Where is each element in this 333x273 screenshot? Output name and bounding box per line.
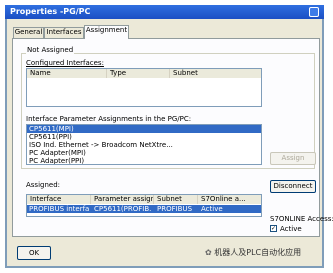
row-interface: PROFIBUS interface xyxy=(29,205,89,213)
watermark-text: 机器人及PLC自动化应用 xyxy=(214,248,302,257)
s7online-access-label: S7ONLINE Access: xyxy=(270,215,333,223)
configured-interfaces-list[interactable]: Name Type Subnet xyxy=(26,68,262,107)
column-header-type[interactable]: Type xyxy=(107,69,170,78)
active-checkbox[interactable]: ✓ xyxy=(270,225,277,232)
watermark: ✿ 机器人及PLC自动化应用 xyxy=(205,249,301,257)
list-item[interactable]: PC Adapter(PPI) xyxy=(27,157,261,164)
column-header-interface[interactable]: Interface xyxy=(27,195,91,204)
check-icon: ✓ xyxy=(271,225,277,232)
column-header-subnet[interactable]: Subnet xyxy=(154,195,198,204)
column-header-subnet[interactable]: Subnet xyxy=(170,69,261,78)
list-item[interactable]: CP5611(PPI) xyxy=(27,133,261,141)
tab-assignment[interactable]: Assignment xyxy=(84,25,129,39)
disconnect-button[interactable]: Disconnect xyxy=(270,180,316,193)
active-label: Active xyxy=(280,225,302,233)
column-header-s7online[interactable]: S7Online a... xyxy=(198,195,261,204)
column-header-param[interactable]: Parameter assign... xyxy=(91,195,154,204)
param-assign-list[interactable]: CP5611(MPI) CP5611(PPI) ISO Ind. Etherne… xyxy=(26,124,262,165)
list-item[interactable]: ISO Ind. Ethernet -> Broadcom NetXtre... xyxy=(27,141,261,149)
param-assign-label: Interface Parameter Assignments in the P… xyxy=(26,115,192,123)
row-param: CP5611(PROFIB... xyxy=(94,205,152,213)
list-item[interactable]: PC Adapter(MPI) xyxy=(27,149,261,157)
assign-button[interactable]: Assign xyxy=(270,152,316,165)
tab-general[interactable]: General xyxy=(13,27,44,38)
close-button[interactable] xyxy=(309,7,319,17)
row-status: Active xyxy=(201,205,223,213)
table-row[interactable]: PROFIBUS interface CP5611(PROFIB... PROF… xyxy=(27,205,261,213)
window-title: Properties -PG/PC xyxy=(10,7,91,16)
tab-interfaces[interactable]: Interfaces xyxy=(44,27,84,38)
list-item[interactable]: CP5611(MPI) xyxy=(27,125,261,133)
configured-interfaces-label: Configured Interfaces: xyxy=(26,59,104,67)
assigned-label: Assigned: xyxy=(26,181,61,189)
wechat-icon: ✿ xyxy=(205,248,212,257)
row-subnet: PROFIBUS xyxy=(157,205,193,213)
assigned-list[interactable]: Interface Parameter assign... Subnet S7O… xyxy=(26,194,262,217)
not-assigned-label: Not Assigned xyxy=(26,46,75,54)
column-header-name[interactable]: Name xyxy=(27,69,107,78)
ok-button[interactable]: OK xyxy=(17,246,51,260)
